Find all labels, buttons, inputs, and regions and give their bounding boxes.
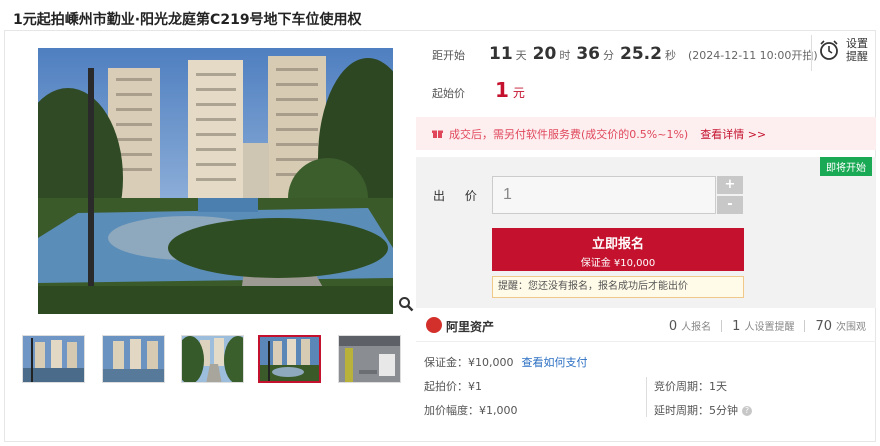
thumbnail-5[interactable] — [338, 335, 401, 383]
zoom-icon[interactable] — [398, 296, 414, 312]
platform-row: 阿里资产 0 人报名 1 人设置提醒 70 次围观 — [416, 310, 876, 342]
view-count: 70 — [815, 319, 832, 334]
remind-divider — [811, 35, 812, 71]
remind-label-line1: 设置 — [846, 37, 868, 50]
gift-icon — [432, 130, 443, 138]
countdown-minutes: 36 — [576, 44, 601, 64]
bid-amount-input[interactable] — [492, 176, 716, 214]
increase-bid-button[interactable]: + — [717, 176, 743, 194]
countdown-row: 距开始 11 天 20 时 36 分 25.2 秒 (2024-12-11 10… — [432, 44, 818, 72]
register-button-label: 立即报名 — [591, 237, 644, 252]
thumbnail-image — [23, 336, 84, 382]
remind-label-line2: 提醒 — [846, 50, 868, 63]
countdown-start-date: (2024-12-11 10:00开拍) — [687, 49, 818, 62]
register-deposit-label: 保证金 ¥10,000 — [580, 258, 656, 269]
countdown-hours-unit: 时 — [559, 49, 571, 62]
deposit-detail: 保证金：¥10,000 查看如何支付 — [424, 354, 588, 370]
countdown-seconds-unit: 秒 — [664, 49, 676, 62]
countdown-days: 11 — [489, 44, 513, 64]
set-reminder-button[interactable]: 设置 提醒 — [818, 37, 872, 63]
help-icon[interactable]: ? — [742, 406, 752, 416]
register-tip: 提醒：您还没有报名，报名成功后才能出价 — [492, 276, 744, 298]
start-price-unit: 元 — [512, 86, 525, 100]
start-price-value: 1 — [495, 78, 509, 102]
platform-name: 阿里资产 — [446, 320, 495, 334]
bid-label: 出 价 — [433, 189, 485, 203]
stat-divider — [804, 320, 806, 332]
thumbnail-image — [260, 337, 319, 381]
bid-panel: 即将开始 出 价 + - 立即报名 保证金 ¥10,000 提醒：您还没有报名，… — [416, 157, 876, 308]
details-divider — [646, 377, 647, 417]
extension-detail: 延时周期：5分钟? — [654, 402, 752, 418]
thumbnail-4[interactable] — [258, 335, 321, 383]
stat-divider — [721, 320, 723, 332]
countdown-days-unit: 天 — [515, 49, 527, 62]
how-to-pay-link[interactable]: 查看如何支付 — [522, 356, 588, 369]
view-label: 次围观 — [836, 322, 866, 333]
countdown-seconds: 25.2 — [620, 44, 662, 64]
thumbnail-3[interactable] — [181, 335, 244, 383]
residential-complex-photo — [38, 48, 393, 314]
service-fee-notice: 成交后，需另付软件服务费(成交价的0.5%~1%) 查看详情 >> — [416, 117, 876, 150]
thumbnail-strip — [22, 335, 412, 385]
remind-label: 设置 提醒 — [846, 37, 872, 63]
thumbnail-image — [182, 336, 243, 382]
countdown-minutes-unit: 分 — [603, 49, 615, 62]
signup-count: 0 — [668, 319, 678, 334]
auction-stats: 0 人报名 1 人设置提醒 70 次围观 — [669, 318, 866, 334]
thumbnail-2[interactable] — [102, 335, 165, 383]
deposit-text: 保证金：¥10,000 — [424, 356, 514, 369]
increment-detail: 加价幅度：¥1,000 — [424, 404, 518, 417]
main-photo[interactable] — [38, 48, 393, 314]
countdown-label: 距开始 — [432, 49, 465, 62]
register-now-button[interactable]: 立即报名 保证金 ¥10,000 — [492, 228, 744, 271]
thumbnail-1[interactable] — [22, 335, 85, 383]
start-price-row: 起始价 1 元 — [432, 78, 525, 102]
service-fee-text: 成交后，需另付软件服务费(成交价的0.5%~1%) — [449, 127, 689, 141]
start-price-detail: 起拍价：¥1 — [424, 380, 482, 393]
decrease-bid-button[interactable]: - — [717, 196, 743, 214]
reminder-label: 人设置提醒 — [744, 322, 795, 333]
alarm-clock-icon — [820, 40, 838, 60]
start-price-label: 起始价 — [432, 87, 465, 100]
signup-label: 人报名 — [681, 322, 712, 333]
bidding-cycle-detail: 竞价周期：1天 — [654, 380, 727, 393]
thumbnail-image — [103, 336, 164, 382]
coming-soon-badge: 即将开始 — [820, 157, 872, 176]
extension-text: 延时周期：5分钟 — [654, 404, 738, 417]
view-details-link[interactable]: 查看详情 >> — [700, 126, 766, 142]
reminder-count: 1 — [732, 319, 741, 334]
page-title: 1元起拍嵊州市勤业·阳光龙庭第C219号地下车位使用权 — [13, 12, 362, 28]
thumbnail-image — [339, 336, 400, 382]
countdown-hours: 20 — [532, 44, 557, 64]
ali-assets-logo-icon — [426, 317, 442, 333]
